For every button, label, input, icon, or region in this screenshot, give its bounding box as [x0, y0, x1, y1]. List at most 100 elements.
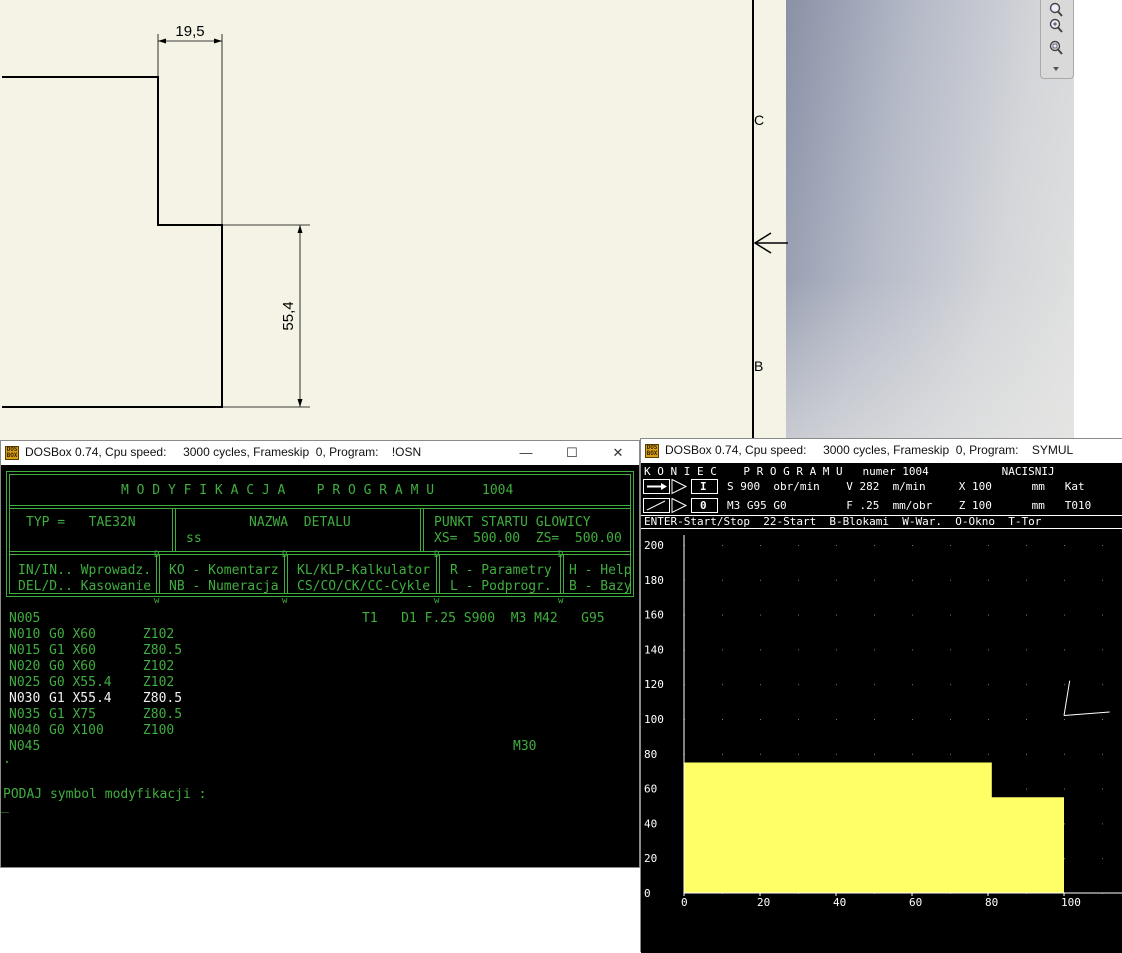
window-title-symul: DOSBox 0.74, Cpu speed: 3000 cycles, Fra…: [665, 443, 1074, 457]
grid-dot: [988, 614, 989, 616]
grid-dot: [874, 684, 875, 686]
grid-dot: [1064, 545, 1065, 546]
titlebar-symul[interactable]: DOS BOX DOSBox 0.74, Cpu speed: 3000 cycl…: [641, 439, 1122, 463]
grid-dot: [950, 579, 951, 581]
cad-drawing-canvas[interactable]: 19,5 55,4 C B: [0, 0, 790, 440]
window-title-osn: DOSBox 0.74, Cpu speed: 3000 cycles, Fra…: [25, 445, 422, 459]
end-dot: .: [3, 752, 11, 767]
y-tick-label: 180: [644, 574, 664, 587]
menu-item-kasowanie[interactable]: DEL/D.. Kasowanie: [18, 579, 151, 595]
zoom-fit-icon[interactable]: [1048, 40, 1064, 56]
grid-dot: [722, 579, 723, 581]
punkt-values: XS= 500.00 ZS= 500.00: [434, 531, 622, 546]
keys-help-line: ENTER-Start/Stop 22-Start B-Blokami W-Wa…: [644, 515, 1042, 528]
status-line: K O N I E C P R O G R A M U numer 1004 N…: [644, 465, 1055, 478]
menu-item-cykle[interactable]: CS/CO/CK/CC-Cykle: [297, 579, 430, 595]
grid-dot: [874, 614, 875, 616]
grid-dot: [988, 579, 989, 581]
tool-line: [1063, 711, 1110, 717]
grid-dot: [1102, 545, 1103, 546]
grid-dot: [988, 753, 989, 755]
svg-text:w: w: [434, 596, 440, 606]
grid-dot: [1064, 649, 1065, 651]
grid-dot: [760, 684, 761, 686]
section-label-b: B: [754, 358, 763, 374]
dim-top-text[interactable]: 19,5: [175, 23, 204, 40]
toolbar-expand-icon[interactable]: [1048, 64, 1064, 74]
grid-dot: [874, 753, 875, 755]
zoom-icon[interactable]: [1048, 2, 1064, 18]
grid-dot: [874, 719, 875, 720]
grid-dot: [1064, 753, 1065, 755]
x-tick-label: 0: [681, 896, 688, 909]
menu-item-wprowadz[interactable]: IN/IN.. Wprowadz.: [18, 563, 151, 579]
x-tick-label: 80: [985, 896, 998, 909]
grid-dot: [1102, 579, 1103, 581]
dosbox-window-symul[interactable]: DOS BOX DOSBox 0.74, Cpu speed: 3000 cycl…: [640, 438, 1122, 953]
menu-item-podprogr[interactable]: L - Podprogr.: [450, 579, 552, 595]
grid-dot: [874, 545, 875, 546]
grid-dot: [722, 614, 723, 616]
minimize-button[interactable]: —: [503, 441, 549, 465]
grid-dot: [912, 579, 913, 581]
grid-dot: [836, 684, 837, 686]
x-tick-label: 60: [909, 896, 922, 909]
grid-dot: [874, 649, 875, 651]
header-title: M O D Y F I K A C J A P R O G R A M U: [121, 483, 435, 498]
dosbox-window-osn[interactable]: DOS BOX DOSBox 0.74, Cpu speed: 3000 cycl…: [0, 440, 640, 868]
grid-dot: [836, 579, 837, 581]
grid-dot: [912, 684, 913, 686]
cad-viewport-shade: [786, 280, 1074, 440]
grid-dot: [722, 753, 723, 755]
grid-dot: [1102, 684, 1103, 686]
grid-dot: [1102, 823, 1103, 825]
grid-dot: [912, 614, 913, 616]
menu-item-kalkulator[interactable]: KL/KLP-Kalkulator: [297, 563, 430, 579]
dim-arrow-right: [214, 38, 222, 44]
grid-dot: [1102, 788, 1103, 790]
grid-dot: [836, 545, 837, 546]
svg-text:w: w: [558, 596, 564, 606]
menu-item-help[interactable]: H - Help: [569, 563, 632, 579]
dos-screen-osn[interactable]: D D D D w w w w M O D Y F I K A C J A P R O G …: [1, 465, 639, 867]
maximize-button[interactable]: ☐: [549, 441, 595, 465]
grid-dot: [836, 753, 837, 755]
y-tick-label: 200: [644, 539, 664, 552]
grid-dot: [1026, 684, 1027, 686]
svg-text:D: D: [282, 550, 287, 560]
grid-dot: [798, 545, 799, 546]
grid-dot: [760, 753, 761, 755]
menu-item-bazy[interactable]: B - Bazy: [569, 579, 632, 595]
grid-dot: [988, 649, 989, 651]
close-button[interactable]: ✕: [595, 441, 641, 465]
cad-zoom-toolbar: [1040, 0, 1074, 79]
y-tick-label: 80: [644, 748, 657, 761]
menu-item-komentarz[interactable]: KO - Komentarz: [169, 563, 279, 579]
grid-dot: [1026, 788, 1027, 790]
nazwa-value[interactable]: ss: [186, 531, 202, 547]
x-tick-label: 20: [757, 896, 770, 909]
dos-screen-symul[interactable]: K O N I E C P R O G R A M U numer 1004 N…: [641, 463, 1122, 953]
titlebar-osn[interactable]: DOS BOX DOSBox 0.74, Cpu speed: 3000 cycl…: [1, 441, 639, 465]
zoom-in-icon[interactable]: [1048, 18, 1064, 34]
dosbox-icon: DOS BOX: [5, 446, 19, 460]
grid-dot: [1102, 719, 1103, 720]
grid-dot: [1102, 858, 1103, 860]
mode-indicator-2[interactable]: 0: [700, 499, 707, 512]
menu-item-parametry[interactable]: R - Parametry: [450, 563, 552, 579]
grid-dot: [950, 753, 951, 755]
grid-dot: [1102, 614, 1103, 616]
mode-indicator-1[interactable]: I: [700, 480, 707, 493]
grid-dot: [1064, 823, 1065, 825]
y-tick-label: 0: [644, 887, 651, 900]
grid-dot: [798, 614, 799, 616]
grid-dot: [798, 753, 799, 755]
dim-side-text[interactable]: 55,4: [280, 301, 297, 330]
part-profile-line: [2, 76, 223, 408]
grid-dot: [1026, 753, 1027, 755]
grid-dot: [1026, 614, 1027, 616]
grid-dot: [722, 684, 723, 686]
simulation-chart[interactable]: 2001801601401201008060402000 20 40 60 80 100: [641, 529, 1122, 953]
text-cursor[interactable]: _: [1, 799, 9, 815]
menu-item-numeracja[interactable]: NB - Numeracja: [169, 579, 279, 595]
